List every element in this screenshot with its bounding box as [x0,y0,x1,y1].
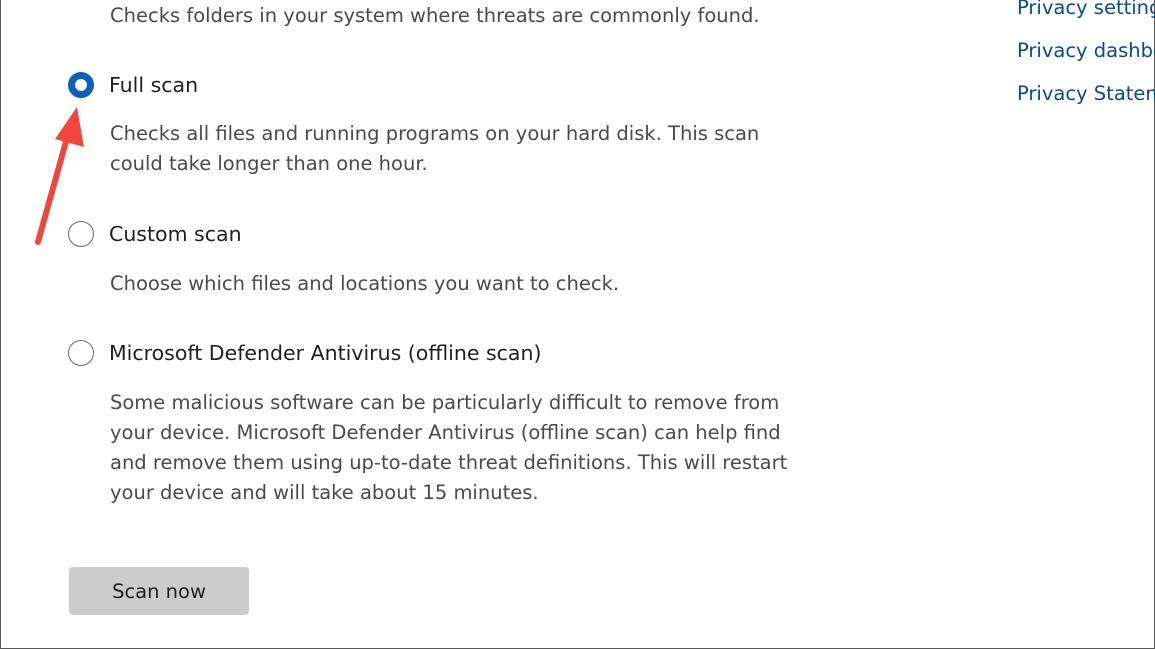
privacy-settings-link[interactable]: Privacy settings [1017,0,1155,29]
custom-scan-label: Custom scan [109,222,242,246]
offline-scan-option[interactable]: Microsoft Defender Antivirus (offline sc… [68,337,541,369]
full-scan-label: Full scan [109,73,199,97]
custom-scan-radio[interactable] [68,221,94,247]
privacy-statement-link[interactable]: Privacy Statement [1017,72,1155,115]
privacy-dashboard-link[interactable]: Privacy dashboard [1017,29,1155,72]
offline-scan-description: Some malicious software can be particula… [110,388,810,508]
offline-scan-label: Microsoft Defender Antivirus (offline sc… [109,341,542,365]
offline-scan-radio[interactable] [68,340,94,366]
offline-scan-desc-line-4: your device and will take about 15 minut… [110,481,539,504]
offline-scan-desc-line-2: your device. Microsoft Defender Antiviru… [110,421,781,444]
privacy-links: Privacy settings Privacy dashboard Priva… [1017,0,1155,115]
custom-scan-desc-line-1: Choose which files and locations you wan… [110,272,620,295]
full-scan-radio[interactable] [68,72,94,98]
offline-scan-desc-line-1: Some malicious software can be particula… [110,391,780,414]
scan-now-button[interactable]: Scan now [69,567,249,615]
custom-scan-option[interactable]: Custom scan [68,218,242,250]
full-scan-option[interactable]: Full scan [68,69,198,101]
quick-scan-description: Checks folders in your system where thre… [110,4,760,27]
full-scan-description: Checks all files and running programs on… [110,119,810,179]
custom-scan-description: Choose which files and locations you wan… [110,269,810,299]
offline-scan-desc-line-3: and remove them using up-to-date threat … [110,451,788,474]
full-scan-desc-line-1: Checks all files and running programs on… [110,122,760,145]
full-scan-desc-line-2: could take longer than one hour. [110,152,428,175]
